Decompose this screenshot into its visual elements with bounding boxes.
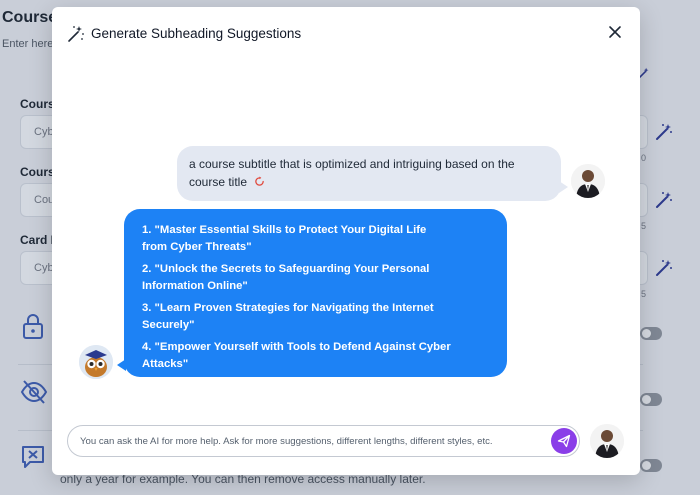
toggle-switch[interactable] — [640, 393, 662, 406]
page-subtitle: Enter here — [2, 38, 54, 50]
ai-avatar — [79, 345, 113, 379]
page-title: Course — [2, 9, 58, 26]
magic-wand-icon — [67, 25, 85, 48]
user-message-text: a course subtitle that is optimized and … — [189, 157, 515, 189]
modal-header: Generate Subheading Suggestions — [52, 7, 640, 59]
char-count: 5 — [641, 289, 647, 299]
toggle-switch[interactable] — [640, 327, 662, 340]
chat-input-container — [67, 425, 580, 457]
magic-wand-icon[interactable] — [655, 191, 673, 214]
refresh-icon[interactable] — [254, 174, 265, 192]
send-icon — [557, 434, 571, 448]
modal-title: Generate Subheading Suggestions — [91, 26, 302, 41]
suggestion-item[interactable]: 4. "Empower Yourself with Tools to Defen… — [142, 339, 452, 372]
lock-icon — [20, 312, 46, 345]
char-count: 5 — [641, 221, 647, 231]
eye-off-icon — [20, 379, 48, 410]
chat-input[interactable] — [80, 426, 550, 456]
suggestion-item[interactable]: 3. "Learn Proven Strategies for Navigati… — [142, 300, 452, 333]
ai-response-bubble: 1. "Master Essential Skills to Protect Y… — [117, 209, 507, 377]
avatar — [571, 164, 605, 198]
toggle-switch[interactable] — [640, 459, 662, 472]
message-x-icon — [20, 444, 46, 475]
suggestion-item[interactable]: 2. "Unlock the Secrets to Safeguarding Y… — [142, 261, 452, 294]
magic-wand-icon[interactable] — [655, 123, 673, 146]
send-button[interactable] — [551, 428, 577, 454]
suggestions-modal: Generate Subheading Suggestions a course… — [52, 7, 640, 475]
user-message-bubble: a course subtitle that is optimized and … — [177, 146, 568, 201]
magic-wand-icon[interactable] — [655, 259, 673, 282]
avatar — [590, 424, 624, 458]
close-icon[interactable] — [606, 23, 624, 41]
suggestion-item[interactable]: 1. "Master Essential Skills to Protect Y… — [142, 222, 452, 255]
char-count: 0 — [641, 153, 647, 163]
